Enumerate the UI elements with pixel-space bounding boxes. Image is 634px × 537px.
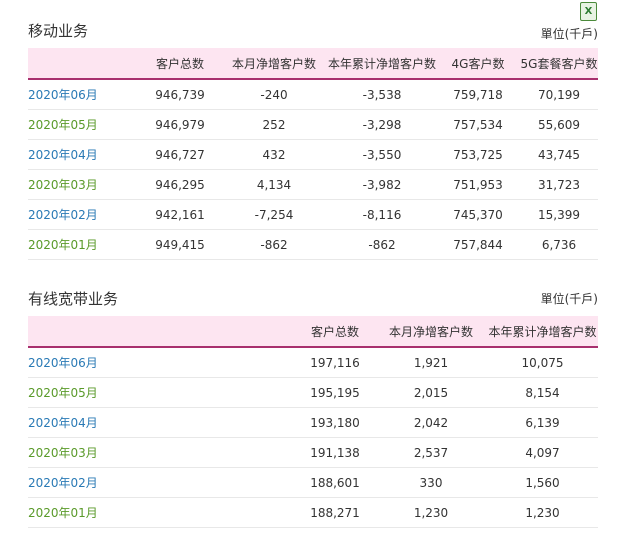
table-row: 2020年01月 188,271 1,230 1,230 [28, 497, 598, 528]
table-cell: 193,180 [295, 407, 375, 438]
table-row: 2020年06月 946,739 -240 -3,538 759,718 70,199 [28, 79, 598, 110]
month-link[interactable]: 2020年05月 [28, 377, 295, 408]
table-cell: 330 [375, 467, 487, 498]
table-cell: 188,271 [295, 497, 375, 528]
table-cell: 6,139 [487, 407, 598, 438]
month-link[interactable]: 2020年05月 [28, 109, 140, 140]
column-header: 本月净增客户数 [375, 316, 487, 348]
mobile-section-title: 移动业务 [28, 22, 89, 40]
column-header: 本年累计净增客户数 [328, 48, 436, 80]
month-link[interactable]: 2020年04月 [28, 407, 295, 438]
month-link[interactable]: 2020年01月 [28, 229, 140, 260]
table-row: 2020年05月 195,195 2,015 8,154 [28, 377, 598, 408]
table-cell: 432 [220, 139, 328, 170]
column-header: 5G套餐客户数 [520, 48, 598, 80]
table-cell: 1,230 [375, 497, 487, 528]
table-cell: 757,844 [436, 229, 520, 260]
table-cell: 2,015 [375, 377, 487, 408]
month-link[interactable]: 2020年03月 [28, 437, 295, 468]
table-cell: 2,537 [375, 437, 487, 468]
table-cell: 745,370 [436, 199, 520, 230]
table-row: 2020年02月 188,601 330 1,560 [28, 467, 598, 498]
table-cell: 753,725 [436, 139, 520, 170]
table-cell: -7,254 [220, 199, 328, 230]
table-cell: 70,199 [520, 79, 598, 110]
page: X 移动业务 單位(千戶) 客户总数 本月净增客户数 本年累计净增客户数 4G客户数 5… [0, 0, 634, 537]
broadband-table: 客户总数 本月净增客户数 本年累计净增客户数 2020年06月 197,116 1,921… [28, 316, 598, 528]
column-header [28, 316, 295, 348]
table-cell: 946,295 [140, 169, 220, 200]
table-cell: 757,534 [436, 109, 520, 140]
table-cell: 8,154 [487, 377, 598, 408]
table-cell: 10,075 [487, 347, 598, 378]
column-header [28, 48, 140, 80]
table-cell: 942,161 [140, 199, 220, 230]
month-link[interactable]: 2020年02月 [28, 467, 295, 498]
table-cell: 191,138 [295, 437, 375, 468]
table-cell: 188,601 [295, 467, 375, 498]
table-row: 2020年03月 946,295 4,134 -3,982 751,953 31,723 [28, 169, 598, 200]
column-header: 本月净增客户数 [220, 48, 328, 80]
table-cell: -862 [220, 229, 328, 260]
table-row: 2020年04月 193,180 2,042 6,139 [28, 407, 598, 438]
table-row: 2020年05月 946,979 252 -3,298 757,534 55,609 [28, 109, 598, 140]
table-cell: 6,736 [520, 229, 598, 260]
column-header: 4G客户数 [436, 48, 520, 80]
broadband-section-title: 有线宽带业务 [28, 290, 119, 308]
table-cell: 4,134 [220, 169, 328, 200]
broadband-unit-label: 單位(千戶) [540, 292, 598, 306]
table-cell: 1,921 [375, 347, 487, 378]
table-cell: 946,727 [140, 139, 220, 170]
table-row: 2020年02月 942,161 -7,254 -8,116 745,370 15,399 [28, 199, 598, 230]
table-cell: -8,116 [328, 199, 436, 230]
table-row: 2020年06月 197,116 1,921 10,075 [28, 347, 598, 378]
month-link[interactable]: 2020年06月 [28, 347, 295, 378]
table-cell: 31,723 [520, 169, 598, 200]
month-link[interactable]: 2020年01月 [28, 497, 295, 528]
column-header: 客户总数 [140, 48, 220, 80]
table-cell: -240 [220, 79, 328, 110]
table-cell: 1,560 [487, 467, 598, 498]
month-link[interactable]: 2020年04月 [28, 139, 140, 170]
table-cell: -862 [328, 229, 436, 260]
table-cell: 15,399 [520, 199, 598, 230]
table-cell: 946,739 [140, 79, 220, 110]
mobile-table: 客户总数 本月净增客户数 本年累计净增客户数 4G客户数 5G套餐客户数 2020年06月… [28, 48, 598, 260]
table-cell: 759,718 [436, 79, 520, 110]
table-cell: -3,982 [328, 169, 436, 200]
table-cell: 946,979 [140, 109, 220, 140]
table-cell: 2,042 [375, 407, 487, 438]
column-header: 客户总数 [295, 316, 375, 348]
table-cell: 1,230 [487, 497, 598, 528]
month-link[interactable]: 2020年06月 [28, 79, 140, 110]
table-cell: 55,609 [520, 109, 598, 140]
table-cell: 252 [220, 109, 328, 140]
column-header: 本年累计净增客户数 [487, 316, 598, 348]
month-link[interactable]: 2020年03月 [28, 169, 140, 200]
month-link[interactable]: 2020年02月 [28, 199, 140, 230]
table-cell: 197,116 [295, 347, 375, 378]
table-cell: -3,538 [328, 79, 436, 110]
table-cell: -3,298 [328, 109, 436, 140]
mobile-unit-label: 單位(千戶) [540, 27, 598, 41]
table-cell: 949,415 [140, 229, 220, 260]
table-row: 2020年04月 946,727 432 -3,550 753,725 43,745 [28, 139, 598, 170]
table-cell: 4,097 [487, 437, 598, 468]
table-row: 2020年03月 191,138 2,537 4,097 [28, 437, 598, 468]
table-cell: 43,745 [520, 139, 598, 170]
table-row: 2020年01月 949,415 -862 -862 757,844 6,736 [28, 229, 598, 260]
table-cell: -3,550 [328, 139, 436, 170]
excel-export-icon[interactable]: X [580, 2, 597, 21]
table-cell: 751,953 [436, 169, 520, 200]
table-cell: 195,195 [295, 377, 375, 408]
